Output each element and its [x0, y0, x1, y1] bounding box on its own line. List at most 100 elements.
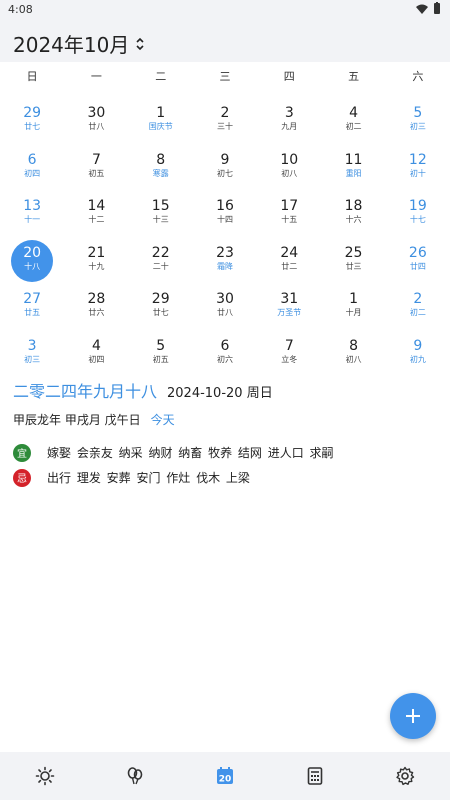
- day-number: 18: [344, 198, 363, 214]
- day-lunar: 十六: [345, 215, 362, 224]
- calendar-day[interactable]: 4 初二: [321, 96, 385, 143]
- day-lunar: 万圣节: [277, 308, 302, 317]
- wifi-icon: [416, 4, 428, 14]
- day-number: 17: [280, 198, 299, 214]
- calendar-day[interactable]: 9 初七: [193, 143, 257, 190]
- calendar-day[interactable]: 29 廿七: [129, 282, 193, 329]
- nav-item-festivals[interactable]: [90, 752, 180, 800]
- yi-badge: 宜: [13, 443, 31, 462]
- day-lunar: 十四: [216, 215, 233, 224]
- calendar-day[interactable]: 8 初八: [321, 329, 385, 376]
- day-number: 14: [87, 198, 106, 214]
- add-event-button[interactable]: [390, 693, 436, 739]
- plus-icon: [406, 709, 420, 723]
- calendar-day[interactable]: 4 初四: [64, 329, 128, 376]
- calendar-day[interactable]: 28 廿六: [64, 282, 128, 329]
- calendar-day[interactable]: 25 廿三: [321, 236, 385, 283]
- calendar-day[interactable]: 8 寒露: [129, 143, 193, 190]
- calendar-day[interactable]: 19 十七: [386, 189, 450, 236]
- gear-icon: [396, 766, 415, 786]
- calendar-day[interactable]: 12 初十: [386, 143, 450, 190]
- status-icons: [416, 2, 440, 14]
- calendar-day[interactable]: 14 十二: [64, 189, 128, 236]
- day-number: 4: [91, 337, 101, 354]
- day-lunar: 廿二: [281, 261, 298, 271]
- calendar-day[interactable]: 30 廿八: [193, 282, 257, 329]
- calendar-day[interactable]: 15 十三: [129, 189, 193, 236]
- ji-text: 出行 理发 安葬 安门 作灶 伐木 上梁: [47, 471, 250, 485]
- month-selector[interactable]: 2024年10月: [13, 29, 145, 58]
- day-lunar: 初五: [88, 168, 105, 178]
- calendar-day[interactable]: 5 初三: [386, 96, 450, 143]
- today-button[interactable]: 今天: [151, 411, 175, 428]
- calendar-day[interactable]: 23 霜降: [193, 236, 257, 283]
- calendar-day-today[interactable]: 20 十八: [0, 236, 64, 283]
- day-lunar: 十七: [409, 215, 426, 224]
- day-lunar: 初九: [409, 354, 426, 364]
- day-number: 30: [216, 291, 234, 307]
- day-detail: 二零二四年九月十八 2024-10-20 周日 甲辰龙年 甲戌月 戊午日 今天 …: [13, 378, 443, 490]
- calendar-day[interactable]: 3 九月: [257, 96, 321, 143]
- weekday-label: 六: [412, 70, 424, 83]
- calendar-day[interactable]: 1 十月: [321, 282, 385, 329]
- calendar-day[interactable]: 10 初八: [257, 143, 321, 190]
- calendar-day[interactable]: 21 十九: [64, 236, 128, 283]
- calendar-day[interactable]: 5 初五: [129, 329, 193, 376]
- calendar-day[interactable]: 1 国庆节: [129, 96, 193, 143]
- sun-icon: [35, 766, 55, 786]
- calendar-day[interactable]: 7 初五: [64, 143, 128, 190]
- calendar-day[interactable]: 11 重阳: [321, 143, 385, 190]
- day-lunar: 十二: [88, 215, 105, 224]
- day-lunar: 廿八: [216, 308, 233, 317]
- calendar-day[interactable]: 13 十一: [0, 189, 64, 236]
- calendar-day[interactable]: 27 廿五: [0, 282, 64, 329]
- day-lunar: 十五: [281, 215, 298, 224]
- day-number: 1: [349, 291, 359, 307]
- calendar-day[interactable]: 29 廿七: [0, 96, 64, 143]
- calendar-day[interactable]: 6 初四: [0, 143, 64, 190]
- day-lunar: 霜降: [216, 261, 233, 271]
- calendar-day[interactable]: 22 二十: [129, 236, 193, 283]
- day-number: 9: [413, 337, 423, 354]
- calendar-day[interactable]: 2 初二: [386, 282, 450, 329]
- day-lunar: 国庆节: [148, 122, 173, 131]
- nav-item-weather[interactable]: [0, 752, 90, 800]
- nav-item-calculator[interactable]: [270, 752, 360, 800]
- day-number: 2: [413, 291, 423, 307]
- calendar-day[interactable]: 7 立冬: [257, 329, 321, 376]
- calendar-day[interactable]: 26 廿四: [386, 236, 450, 283]
- calendar-day[interactable]: 6 初六: [193, 329, 257, 376]
- status-bar: 4:08: [0, 0, 450, 20]
- status-time: 4:08: [8, 3, 33, 16]
- day-number: 27: [23, 291, 42, 307]
- header: 2024年10月: [0, 20, 450, 62]
- calendar-day[interactable]: 3 初三: [0, 329, 64, 376]
- yi-row: 宜 嫁娶 会亲友 纳采 纳财 纳畜 牧养 结网 进人口 求嗣: [13, 440, 443, 465]
- ganzhi-text: 甲辰龙年 甲戌月 戊午日: [13, 413, 141, 427]
- day-lunar: 初四: [24, 168, 41, 178]
- day-number: 12: [408, 151, 427, 168]
- calendar-day[interactable]: 2 三十: [193, 96, 257, 143]
- day-number: 6: [27, 151, 37, 168]
- calendar-day[interactable]: 31 万圣节: [257, 282, 321, 329]
- calendar-day[interactable]: 16 十四: [193, 189, 257, 236]
- battery-icon: [434, 2, 440, 14]
- day-lunar: 三十: [216, 122, 233, 131]
- weekday-label: 日: [26, 70, 38, 83]
- calendar-day[interactable]: 24 廿二: [257, 236, 321, 283]
- calendar-day[interactable]: 18 十六: [321, 189, 385, 236]
- calendar-grid: 29 廿七 30 廿八 1 国庆节 2 三十 3 九月 4 初二 5 初三 6 初四 7 初五 8 寒露 9 初七 10 初八…: [0, 96, 450, 375]
- day-number: 29: [23, 105, 42, 121]
- calendar-day[interactable]: 30 廿八: [64, 96, 128, 143]
- nav-item-calendar[interactable]: 20: [180, 752, 270, 800]
- day-lunar: 廿四: [409, 261, 426, 271]
- day-lunar: 初二: [409, 308, 426, 317]
- calendar-day[interactable]: 9 初九: [386, 329, 450, 376]
- day-lunar: 初三: [409, 122, 426, 131]
- calendar-day[interactable]: 17 十五: [257, 189, 321, 236]
- nav-item-settings[interactable]: [360, 752, 450, 800]
- chevron-up-down-icon: [135, 36, 145, 52]
- day-number: 28: [87, 291, 106, 307]
- day-lunar: 初二: [345, 122, 362, 131]
- day-lunar: 十月: [345, 308, 362, 317]
